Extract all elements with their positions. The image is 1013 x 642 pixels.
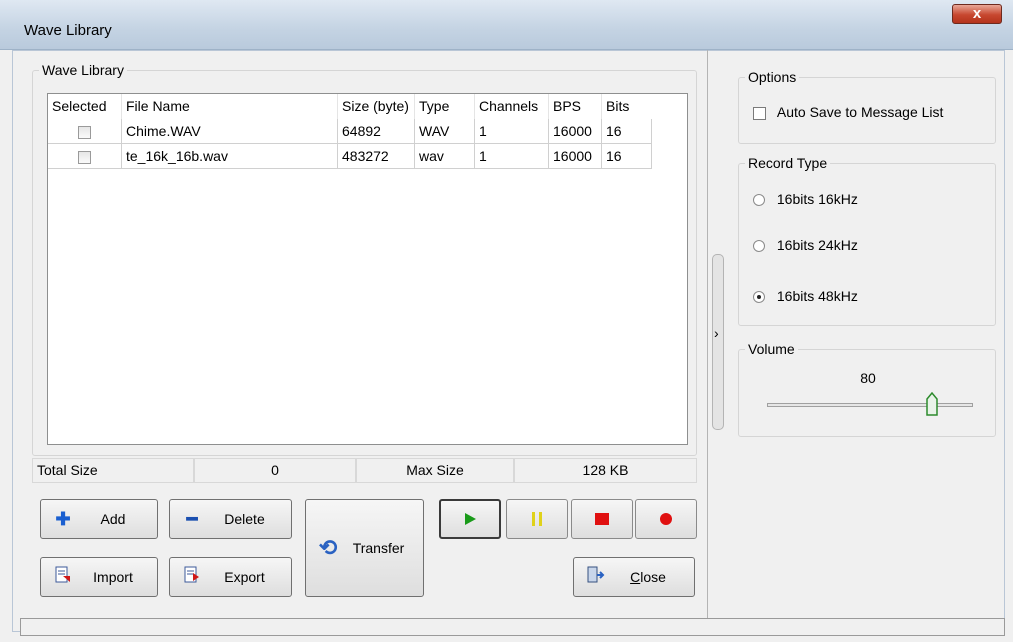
import-icon — [51, 566, 75, 589]
record-type-48k[interactable]: 16bits 48kHz — [753, 288, 858, 304]
total-size-value: 0 — [194, 458, 356, 483]
transfer-label: Transfer — [352, 540, 405, 556]
record-type-16k-label: 16bits 16kHz — [776, 191, 858, 207]
col-selected[interactable]: Selected — [48, 94, 122, 119]
pause-icon — [532, 512, 542, 526]
volume-value: 80 — [860, 370, 876, 386]
max-size-label: Max Size — [356, 458, 514, 483]
cell-bps: 16000 — [549, 119, 602, 144]
cell-channels: 1 — [475, 144, 549, 169]
col-size[interactable]: Size (byte) — [338, 94, 415, 119]
cell-channels: 1 — [475, 119, 549, 144]
volume-slider-thumb[interactable] — [926, 391, 938, 416]
minus-icon: ━ — [186, 508, 198, 529]
col-channels[interactable]: Channels — [475, 94, 549, 119]
exit-door-icon — [584, 566, 608, 589]
record-type-legend: Record Type — [745, 155, 831, 171]
cell-file-name: te_16k_16b.wav — [122, 144, 338, 169]
record-type-16k[interactable]: 16bits 16kHz — [753, 191, 858, 207]
window: Wave Library x Wave Library Selected Fil… — [0, 0, 1013, 642]
row-checkbox-cell — [48, 144, 122, 169]
chevron-right-icon: › — [714, 325, 719, 341]
auto-save-option[interactable]: Auto Save to Message List — [753, 104, 943, 120]
col-type[interactable]: Type — [415, 94, 475, 119]
import-button[interactable]: Import — [40, 557, 158, 597]
auto-save-checkbox[interactable] — [753, 106, 766, 120]
plus-icon: ✚ — [55, 508, 71, 529]
record-button[interactable] — [635, 499, 697, 539]
cell-bits: 16 — [602, 119, 652, 144]
record-icon — [660, 513, 672, 525]
cell-type: WAV — [415, 119, 475, 144]
play-icon — [465, 513, 476, 525]
record-type-group: Record Type 16bits 16kHz 16bits 24kHz 16… — [738, 155, 996, 326]
record-type-48k-label: 16bits 48kHz — [776, 288, 858, 304]
volume-legend: Volume — [745, 341, 798, 357]
record-type-24k[interactable]: 16bits 24kHz — [753, 237, 858, 253]
volume-slider-track[interactable] — [767, 403, 973, 407]
table-row[interactable]: te_16k_16b.wav 483272 wav 1 16000 16 — [48, 144, 687, 169]
export-label: Export — [224, 569, 265, 585]
transfer-button[interactable]: ⟲ Transfer — [305, 499, 424, 597]
col-bits[interactable]: Bits — [602, 94, 652, 119]
auto-save-label: Auto Save to Message List — [776, 104, 944, 120]
options-legend: Options — [745, 69, 800, 85]
cell-size: 483272 — [338, 144, 415, 169]
play-button[interactable] — [439, 499, 501, 539]
import-label: Import — [93, 569, 133, 585]
splitter-handle[interactable]: › — [712, 254, 724, 430]
wave-file-list[interactable]: Selected File Name Size (byte) Type Chan… — [47, 93, 688, 445]
list-header: Selected File Name Size (byte) Type Chan… — [48, 94, 687, 119]
window-close-button[interactable]: x — [952, 4, 1002, 24]
delete-button[interactable]: ━ Delete — [169, 499, 292, 539]
radio-16k[interactable] — [753, 194, 765, 207]
table-row[interactable]: Chime.WAV 64892 WAV 1 16000 16 — [48, 119, 687, 144]
radio-24k[interactable] — [753, 240, 765, 253]
stop-icon — [595, 513, 609, 525]
max-size-value: 128 KB — [514, 458, 697, 483]
export-button[interactable]: Export — [169, 557, 292, 597]
total-size-label: Total Size — [32, 458, 194, 483]
stop-button[interactable] — [571, 499, 633, 539]
wave-library-legend: Wave Library — [39, 62, 127, 78]
col-bps[interactable]: BPS — [549, 94, 602, 119]
volume-group: Volume 80 — [738, 341, 996, 437]
row-checkbox[interactable] — [78, 150, 91, 164]
options-group: Options Auto Save to Message List — [738, 69, 996, 144]
cell-size: 64892 — [338, 119, 415, 144]
cell-bits: 16 — [602, 144, 652, 169]
title-bar: Wave Library x — [0, 0, 1013, 50]
pane-divider — [707, 50, 708, 618]
close-button[interactable]: Close — [573, 557, 695, 597]
add-label: Add — [100, 511, 126, 527]
window-title: Wave Library — [24, 22, 112, 39]
row-checkbox[interactable] — [78, 125, 91, 139]
row-checkbox-cell — [48, 119, 122, 144]
cell-file-name: Chime.WAV — [122, 119, 338, 144]
cell-bps: 16000 — [549, 144, 602, 169]
radio-48k[interactable] — [753, 291, 765, 304]
delete-label: Delete — [224, 511, 265, 527]
transfer-icon: ⟲ — [318, 535, 338, 560]
cell-type: wav — [415, 144, 475, 169]
close-label: Close — [630, 569, 666, 585]
status-bar — [20, 618, 1005, 636]
export-icon — [180, 566, 204, 589]
col-file-name[interactable]: File Name — [122, 94, 338, 119]
add-button[interactable]: ✚ Add — [40, 499, 158, 539]
record-type-24k-label: 16bits 24kHz — [776, 237, 858, 253]
pause-button[interactable] — [506, 499, 568, 539]
